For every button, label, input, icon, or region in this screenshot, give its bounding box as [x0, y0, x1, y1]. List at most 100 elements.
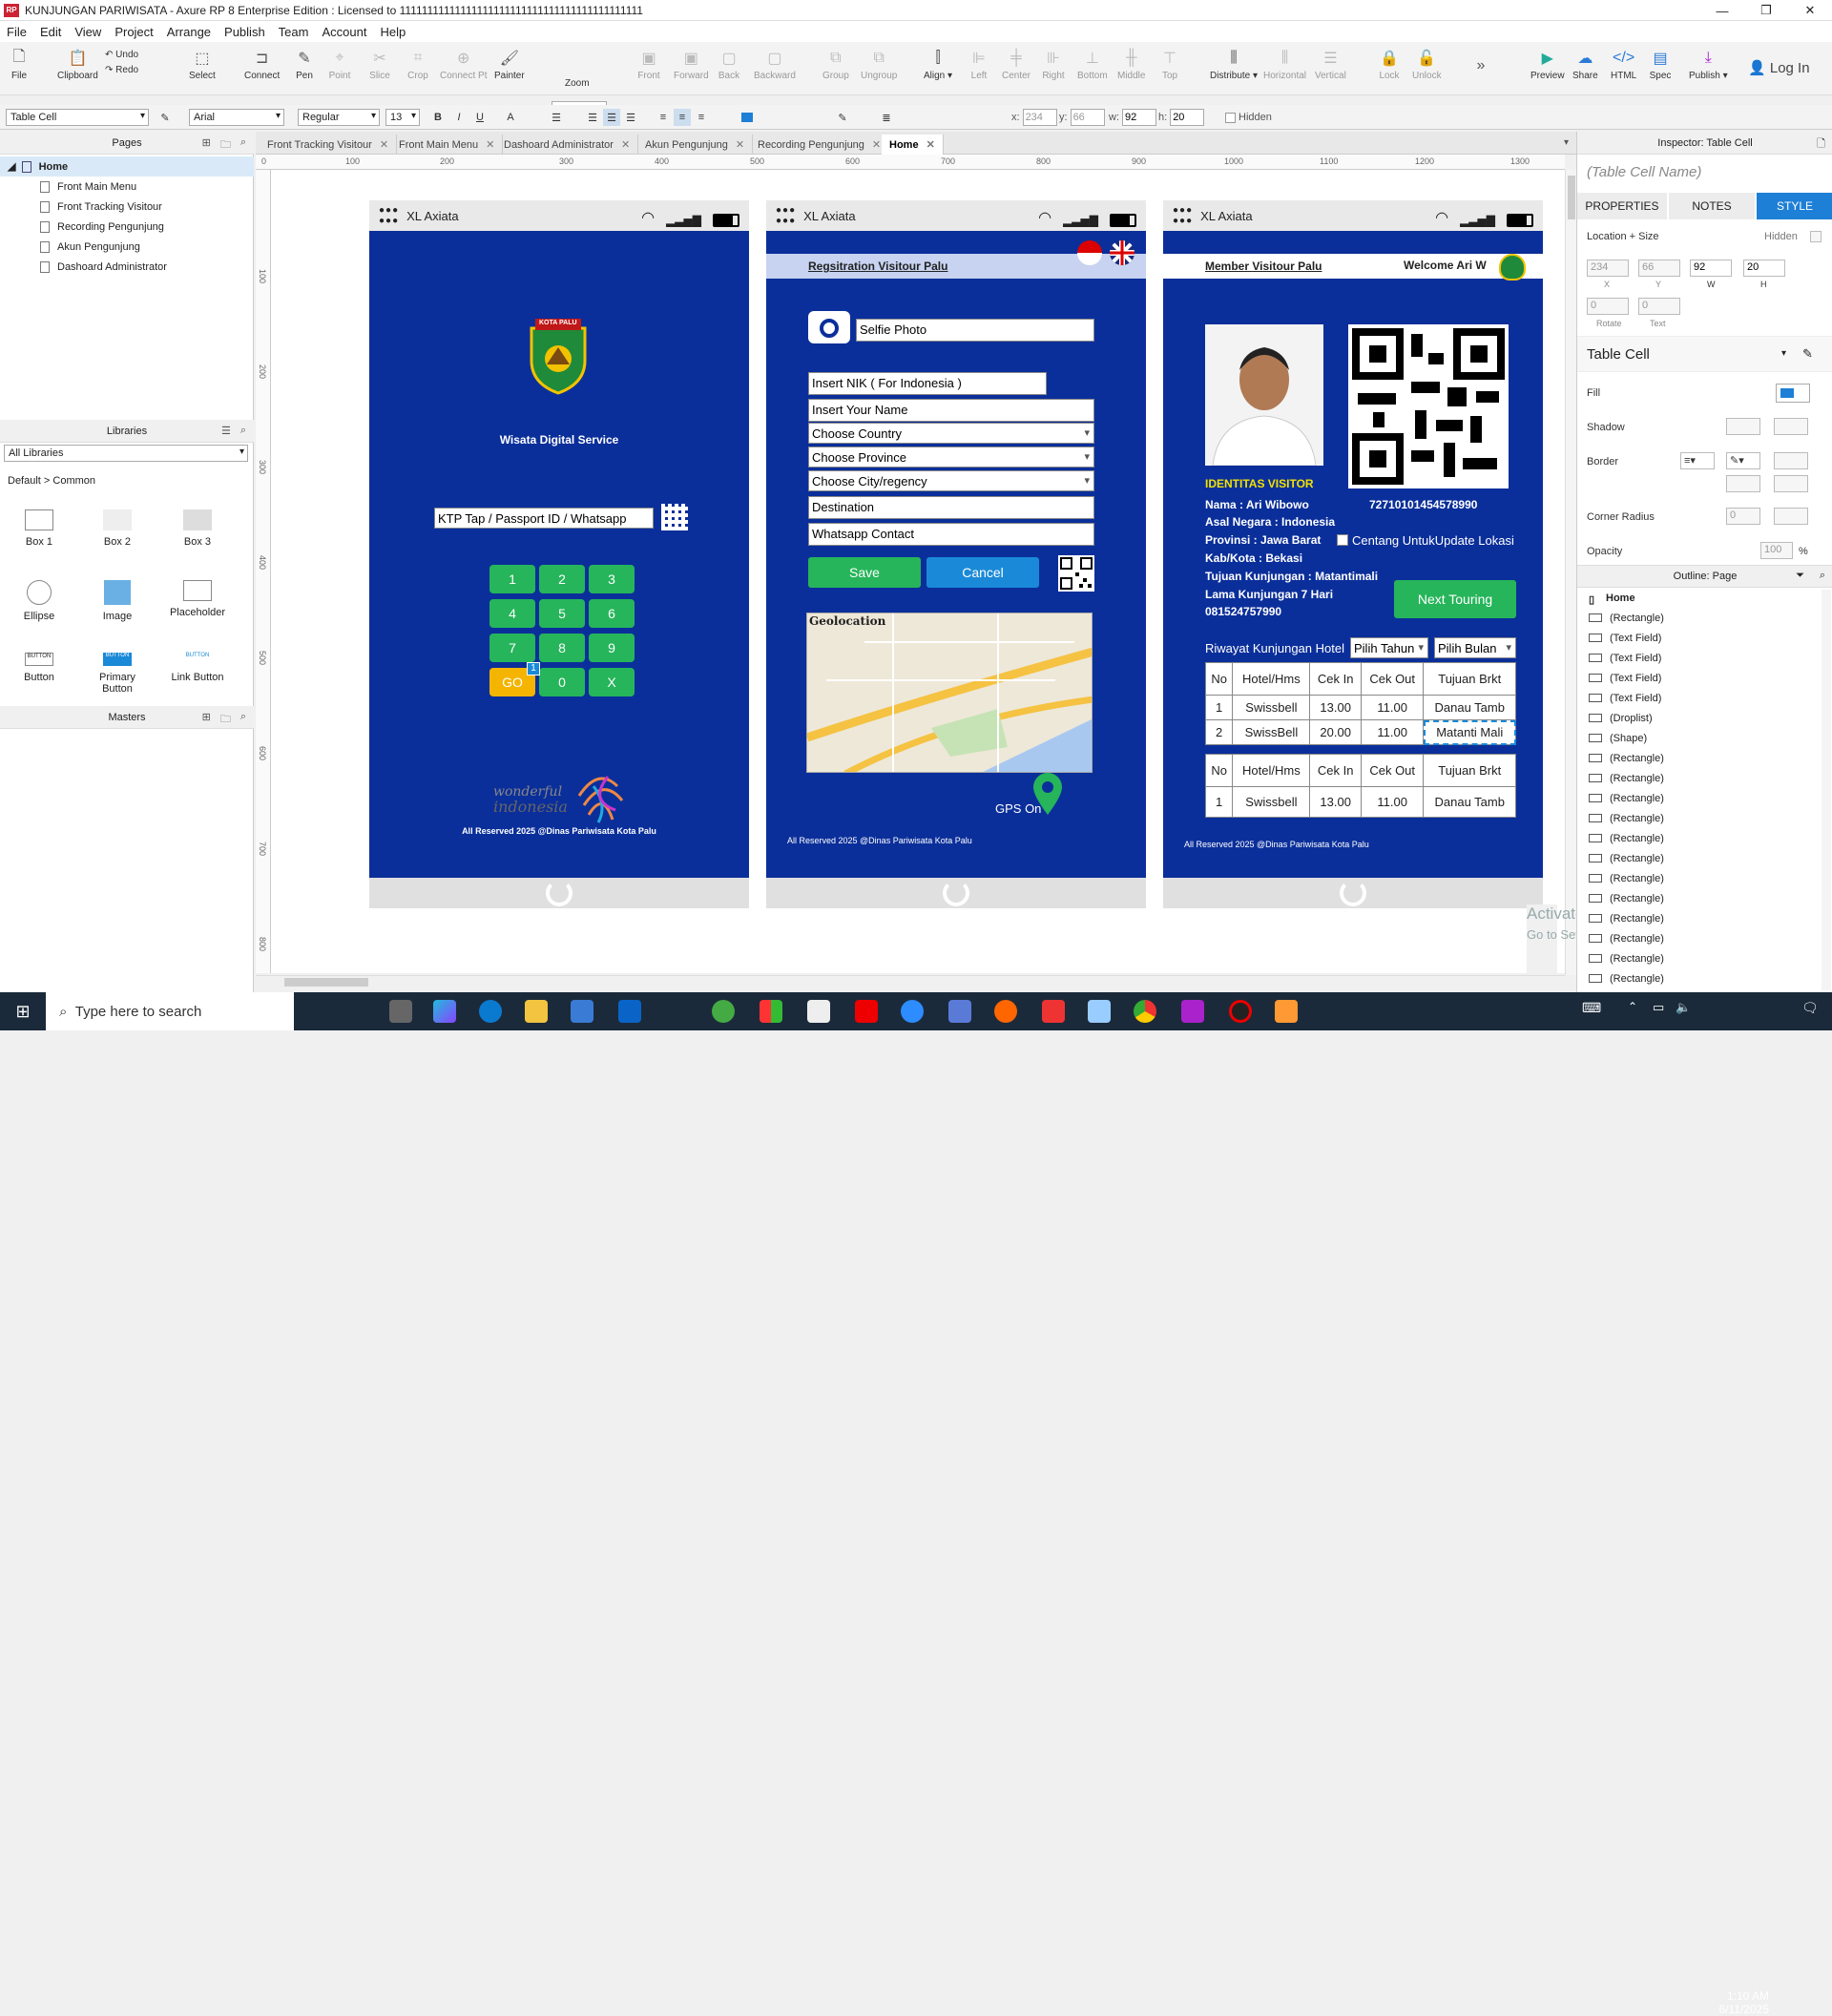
h-input[interactable]	[1170, 109, 1205, 126]
width-input[interactable]: 92	[1690, 260, 1732, 277]
menu-help[interactable]: Help	[373, 25, 412, 39]
map-pin-icon[interactable]	[1033, 773, 1062, 815]
keyboard-icon[interactable]: ⌨	[1582, 1000, 1605, 1023]
lib-link-button[interactable]: BUTTON Link Button	[164, 653, 231, 683]
outline-item[interactable]: (Text Field)	[1589, 688, 1661, 708]
tab-notes[interactable]: NOTES	[1669, 193, 1755, 219]
x-input[interactable]	[1022, 109, 1057, 126]
outline-item[interactable]: (Shape)	[1589, 728, 1647, 748]
outline-item[interactable]: (Text Field)	[1589, 648, 1661, 668]
unlock-button[interactable]: 🔓 Unlock	[1412, 46, 1442, 81]
selected-table-cell[interactable]: Matanti Mali	[1423, 719, 1516, 745]
outline-item[interactable]: (Text Field)	[1589, 628, 1661, 648]
add-folder-icon[interactable]: 🗀	[220, 711, 231, 729]
menu-project[interactable]: Project	[108, 25, 159, 39]
update-location-checkbox[interactable]	[1337, 534, 1348, 546]
close-icon[interactable]: ✕	[486, 138, 494, 151]
minimize-icon[interactable]: —	[1700, 0, 1744, 21]
media-player-icon[interactable]	[1275, 1000, 1298, 1023]
align-center-button[interactable]: ╪ Center	[1002, 46, 1030, 81]
table-cell[interactable]: 1	[1204, 695, 1234, 720]
search-icon[interactable]: ⌕	[1820, 570, 1825, 582]
notes-doc-icon[interactable]: 🗋	[1817, 135, 1825, 154]
align-top-button[interactable]: ⊤ Top	[1158, 46, 1181, 81]
distribute-horizontal-button[interactable]: ⫼ Horizontal	[1263, 46, 1306, 81]
table-cell[interactable]: 11.00	[1360, 786, 1425, 818]
search-icon[interactable]: ⌕	[240, 711, 246, 729]
zoom-app-icon[interactable]	[901, 1000, 924, 1023]
font-weight-select[interactable]: Regular	[298, 109, 380, 126]
slice-button[interactable]: ✂ Slice	[368, 46, 391, 81]
add-master-icon[interactable]: ⊞	[202, 711, 211, 729]
widget-type-select[interactable]: Table Cell	[6, 109, 149, 126]
notification-icon[interactable]: 🗨	[1801, 1000, 1824, 1023]
painter-button[interactable]: 🖌 Painter	[494, 46, 525, 81]
undo-button[interactable]: ↶ Undo	[105, 50, 138, 60]
tab-akun[interactable]: Akun Pengunjung ✕	[637, 135, 754, 155]
tab-front-tracking[interactable]: Front Tracking Visitour ✕	[260, 135, 398, 155]
corner-visibility-picker[interactable]	[1774, 508, 1808, 525]
table-cell[interactable]: Danau Tamb	[1423, 695, 1516, 720]
country-select[interactable]: Choose Country	[808, 423, 1094, 444]
qr-scan-icon[interactable]	[661, 504, 688, 530]
canvas-horizontal-scrollbar[interactable]	[256, 975, 1565, 988]
arrow-style-picker[interactable]	[1726, 475, 1760, 492]
save-button[interactable]: Save	[808, 557, 921, 588]
add-folder-icon[interactable]: 🗀	[220, 136, 231, 155]
border-width-icon[interactable]: ≡▾	[1680, 452, 1715, 469]
font-size-select[interactable]: 13	[385, 109, 420, 126]
menu-arrange[interactable]: Arrange	[160, 25, 218, 39]
crop-button[interactable]: ⌗ Crop	[406, 46, 429, 81]
taskbar-search[interactable]: ⌕ Type here to search	[46, 992, 294, 1030]
firefox-icon[interactable]	[994, 1000, 1017, 1023]
rotate-input[interactable]: 0	[1587, 298, 1629, 315]
camera-icon[interactable]	[808, 311, 850, 343]
windows-apps-icon[interactable]	[760, 1000, 782, 1023]
select-button[interactable]: ⬚ Select	[189, 46, 216, 81]
widget-name-field[interactable]: (Table Cell Name)	[1587, 164, 1701, 180]
cancel-button[interactable]: Cancel	[926, 557, 1039, 588]
tab-home[interactable]: Home ✕	[882, 135, 944, 155]
fill-color-icon[interactable]	[737, 109, 758, 126]
keypad-key-1[interactable]: 1	[489, 565, 535, 593]
nik-input[interactable]: Insert NIK ( For Indonesia )	[808, 372, 1047, 395]
table-cell[interactable]: SwissBell	[1232, 719, 1311, 745]
network-icon[interactable]: ▭	[1653, 1000, 1676, 1023]
province-select[interactable]: Choose Province	[808, 447, 1094, 468]
destination-input[interactable]: Destination	[808, 496, 1094, 519]
inner-shadow-picker[interactable]	[1774, 418, 1808, 435]
month-select[interactable]: Pilih Bulan	[1434, 637, 1516, 658]
style-select-row[interactable]: Table Cell ▾ ✎	[1577, 336, 1832, 372]
publish-button[interactable]: ⤓ Publish ▾	[1689, 46, 1728, 81]
align-bottom-button[interactable]: ⊥ Bottom	[1077, 46, 1108, 81]
backward-button[interactable]: ▢ Backward	[754, 46, 796, 81]
outline-item[interactable]: (Rectangle)	[1589, 928, 1664, 948]
outline-item[interactable]: (Rectangle)	[1589, 608, 1664, 628]
lib-image[interactable]: Image	[84, 580, 151, 622]
library-group[interactable]: Default > Common	[8, 475, 95, 487]
youtube-icon[interactable]	[855, 1000, 878, 1023]
table-cell[interactable]: 13.00	[1309, 786, 1362, 818]
spec-button[interactable]: ▤ Spec	[1649, 46, 1672, 81]
notes-app-icon[interactable]	[1088, 1000, 1111, 1023]
redo-button[interactable]: ↷ Redo	[105, 65, 138, 75]
border-pattern-icon[interactable]	[1774, 452, 1808, 469]
tab-menu-icon[interactable]: ▾	[1564, 137, 1569, 148]
hidden-checkbox[interactable]	[1225, 112, 1236, 123]
menu-edit[interactable]: Edit	[33, 25, 68, 39]
line-width-icon[interactable]: ≣	[878, 109, 895, 126]
align-text-center-icon[interactable]: ☰	[603, 109, 620, 126]
word-icon[interactable]	[807, 1000, 830, 1023]
menu-team[interactable]: Team	[272, 25, 316, 39]
clipboard-button[interactable]: 📋 Clipboard	[57, 46, 98, 81]
next-touring-button[interactable]: Next Touring	[1394, 580, 1516, 618]
html-button[interactable]: </> HTML	[1611, 46, 1636, 81]
ungroup-button[interactable]: ⧉ Ungroup	[861, 46, 897, 81]
w-input[interactable]	[1122, 109, 1156, 126]
height-input[interactable]: 20	[1743, 260, 1785, 277]
keypad-key-8[interactable]: 8	[539, 634, 585, 662]
outer-shadow-picker[interactable]	[1726, 418, 1760, 435]
distribute-button[interactable]: ⫼ Distribute ▾	[1210, 46, 1258, 81]
table-cell[interactable]: 20.00	[1309, 719, 1362, 745]
copilot-icon[interactable]	[433, 1000, 456, 1023]
